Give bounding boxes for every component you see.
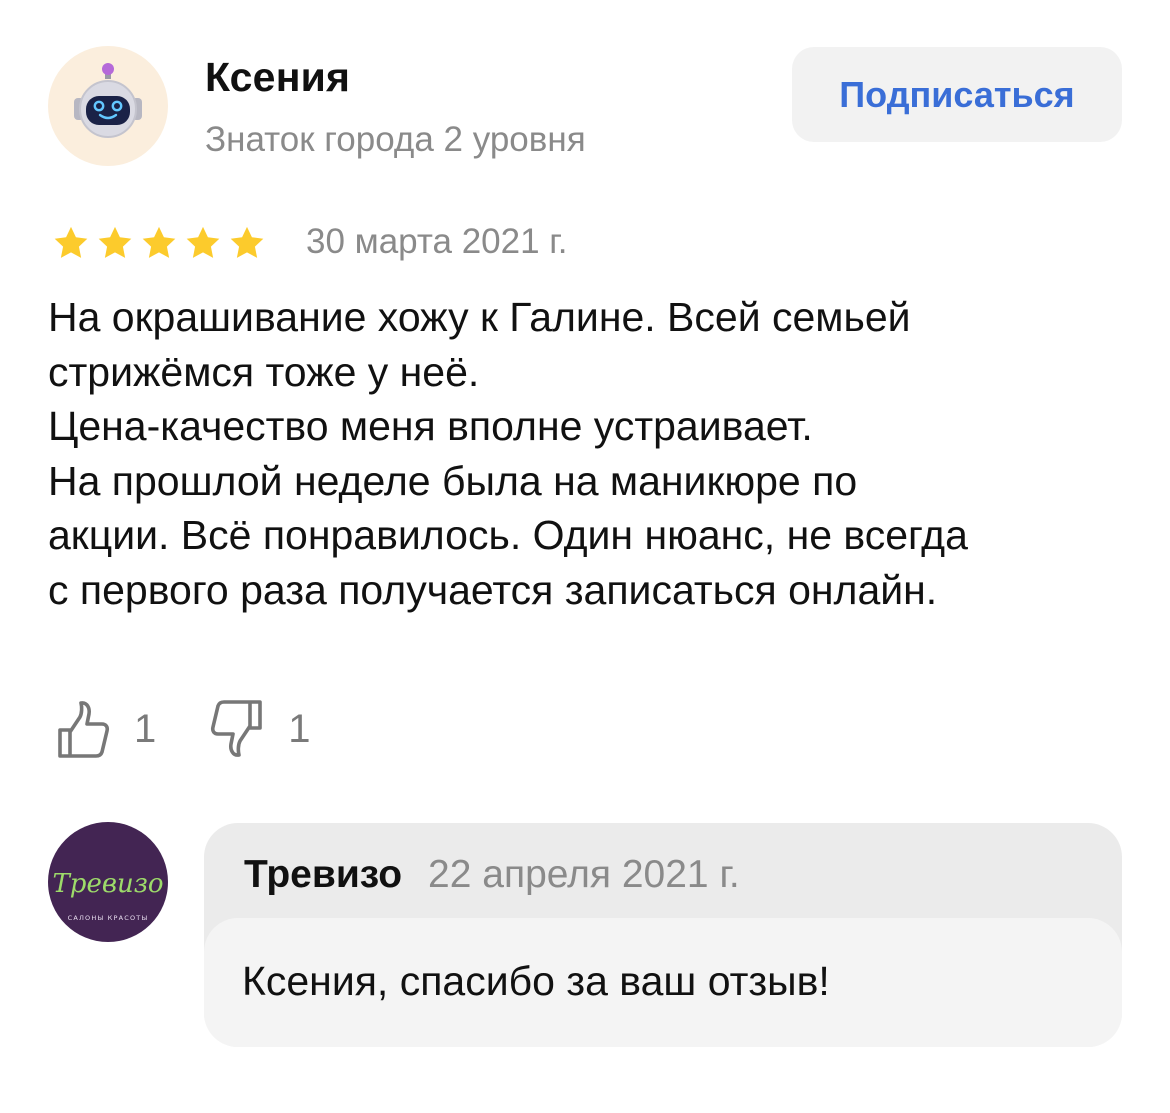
org-avatar[interactable]: Тревизо САЛОНЫ КРАСОТЫ [48, 822, 168, 942]
author-level: Знаток города 2 уровня [205, 120, 586, 159]
review-reactions: 1 1 [56, 697, 311, 761]
thumbs-down-icon [211, 700, 263, 757]
reply-org-name[interactable]: Тревизо [244, 853, 402, 897]
star-icon [230, 226, 264, 258]
reply-card: Тревизо 22 апреля 2021 г. Ксения, спасиб… [204, 823, 1122, 1047]
robot-avatar-icon [74, 63, 142, 138]
like-count: 1 [134, 706, 157, 751]
review-date: 30 марта 2021 г. [306, 222, 568, 261]
star-icon [142, 226, 176, 258]
rating-stars [52, 224, 266, 264]
review-text-line: с первого раза получается записаться онл… [48, 566, 938, 613]
dislike-button[interactable]: 1 [210, 697, 311, 761]
review-text-line: Цена-качество меня вполне устраивает. [48, 403, 813, 449]
review-text-line: На прошлой неделе была на маникюре по [48, 457, 858, 504]
star-icon [98, 226, 132, 258]
like-button[interactable]: 1 [56, 697, 156, 761]
review-text: На окрашивание хожу к Галине. Всей семье… [48, 290, 1138, 617]
user-avatar[interactable] [48, 46, 168, 166]
review-text-line: акции. Всё понравилось. Один нюанс, не в… [48, 512, 968, 558]
review-text-line: стрижёмся тоже у неё. [48, 348, 480, 395]
reply-body: Ксения, спасибо за ваш отзыв! [204, 918, 1122, 1047]
reply-header: Тревизо 22 апреля 2021 г. [244, 853, 740, 897]
svg-text:Тревизо: Тревизо [52, 869, 163, 899]
treviso-logo-icon: Тревизо САЛОНЫ КРАСОТЫ [52, 869, 163, 922]
thumbs-up-icon [58, 701, 110, 758]
reply-date: 22 апреля 2021 г. [428, 853, 740, 896]
subscribe-button[interactable]: Подписаться [792, 47, 1122, 142]
star-icon [186, 226, 220, 258]
author-name[interactable]: Ксения [205, 54, 350, 101]
review-text-line: На окрашивание хожу к Галине. Всей семье… [48, 294, 911, 340]
star-icon [54, 226, 88, 258]
svg-text:САЛОНЫ КРАСОТЫ: САЛОНЫ КРАСОТЫ [68, 914, 149, 922]
dislike-count: 1 [288, 706, 311, 751]
reply-text: Ксения, спасибо за ваш отзыв! [242, 958, 830, 1004]
